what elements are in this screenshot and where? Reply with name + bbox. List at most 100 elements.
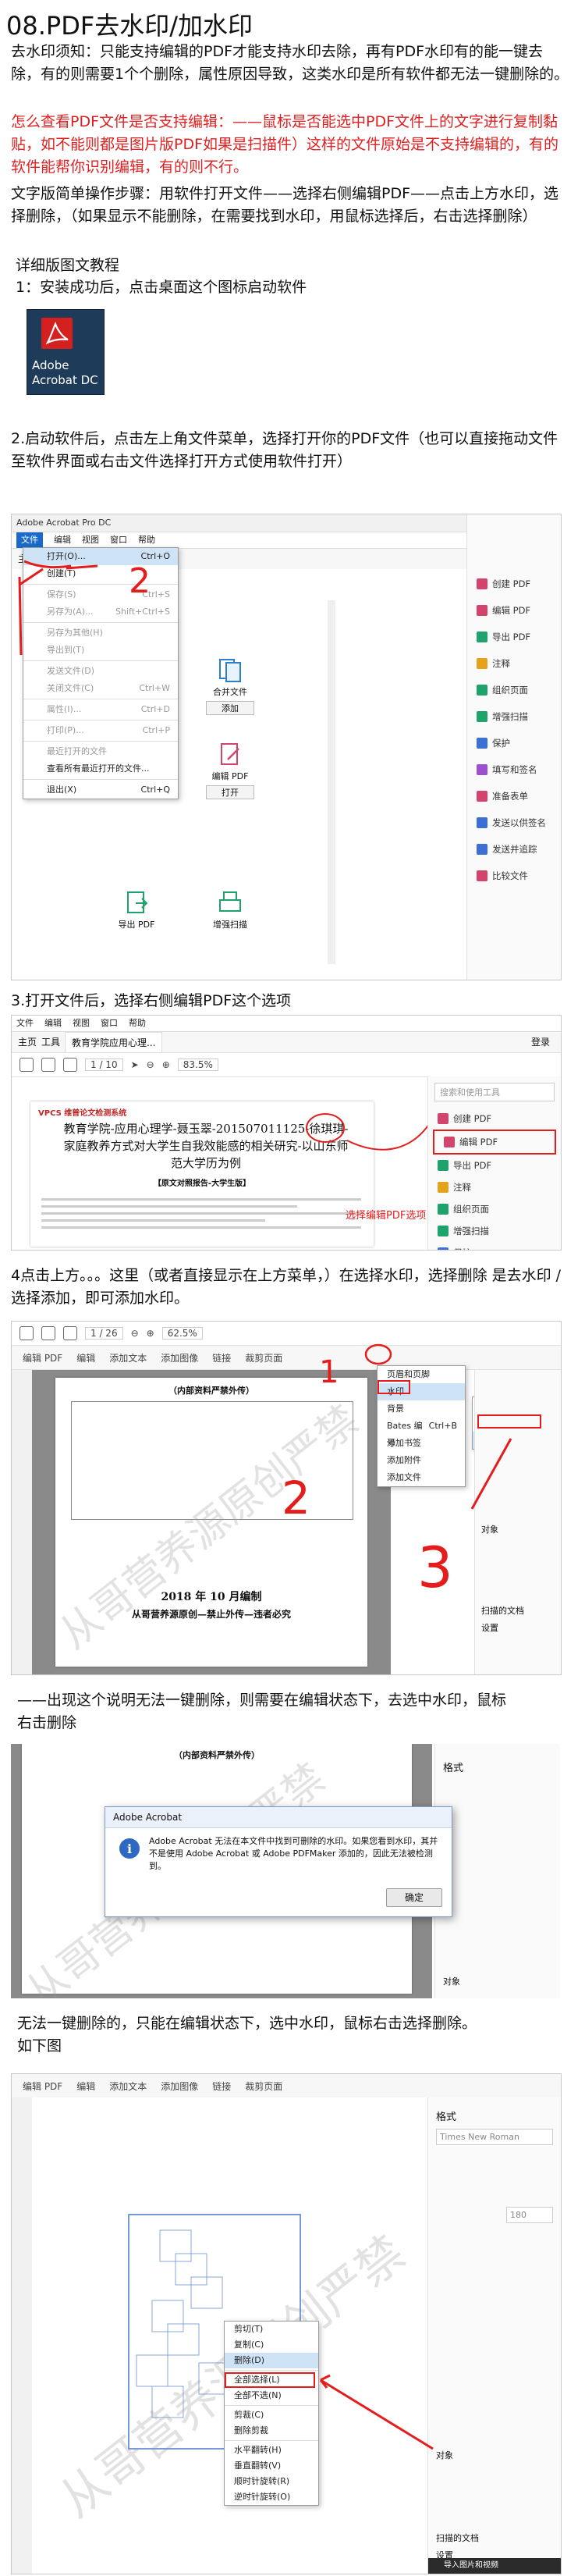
right-tool-item[interactable]: 比较文件: [467, 863, 561, 889]
edit-tool[interactable]: 添加图像: [158, 1351, 201, 1364]
page-indicator[interactable]: 1 / 26: [85, 1327, 123, 1340]
file-menu-item[interactable]: 最近打开的文件: [23, 743, 178, 760]
menu-view[interactable]: 视图: [73, 1016, 90, 1031]
zoom-in-icon[interactable]: ⊕: [147, 1328, 154, 1339]
context-menu-item[interactable]: 全部选择(L): [225, 2372, 318, 2388]
file-menu-item[interactable]: 打开(O)... Ctrl+O: [23, 548, 178, 565]
edit-tool[interactable]: 编辑 PDF: [20, 1351, 66, 1364]
right-tool-item[interactable]: 导出 PDF: [428, 1155, 561, 1176]
pointer-icon[interactable]: ➤: [131, 1059, 139, 1070]
mail-icon[interactable]: [63, 1326, 77, 1340]
edit-tool[interactable]: 链接: [209, 1351, 234, 1364]
ok-button[interactable]: 确定: [386, 1888, 442, 1907]
tab-home[interactable]: 主页: [18, 1032, 37, 1052]
tab-document[interactable]: 教育学院应用心理...: [65, 1032, 163, 1052]
right-tool-item[interactable]: 注释: [467, 650, 561, 677]
right-tool-item[interactable]: 增强扫描: [428, 1220, 561, 1242]
login-link[interactable]: 登录: [531, 1032, 550, 1052]
save-icon[interactable]: [20, 1058, 34, 1072]
more-menu-item[interactable]: Bates 编号 Ctrl+B: [378, 1418, 465, 1448]
edit-tool[interactable]: 编辑: [73, 2080, 98, 2093]
zoom-in-icon[interactable]: ⊕: [162, 1059, 170, 1070]
scrollbar[interactable]: [328, 600, 335, 964]
context-menu-item[interactable]: 顺时针旋转(R): [225, 2474, 318, 2489]
context-menu-item[interactable]: 删除(D): [225, 2353, 318, 2368]
tool-combine-button[interactable]: 添加: [206, 701, 254, 715]
right-tool-item[interactable]: 发送并追踪: [467, 836, 561, 863]
more-menu-item[interactable]: 添加附件: [378, 1452, 465, 1469]
zoom-out-icon[interactable]: ⊖: [147, 1059, 154, 1070]
file-menu-item[interactable]: 另存为(A)... Shift+Ctrl+S: [23, 603, 178, 621]
edit-tool[interactable]: 裁剪页面: [242, 2080, 285, 2093]
menu-file[interactable]: 文件: [16, 532, 43, 548]
right-tool-item[interactable]: 增强扫描: [467, 703, 561, 730]
context-menu-item[interactable]: 剪裁(C): [225, 2407, 318, 2423]
more-menu-item[interactable]: 添加文件: [378, 1469, 465, 1486]
print-icon[interactable]: [41, 1058, 55, 1072]
context-menu-item[interactable]: 垂直翻转(V): [225, 2458, 318, 2474]
menu-help[interactable]: 帮助: [138, 532, 155, 548]
menu-view[interactable]: 视图: [82, 532, 99, 548]
file-menu-item[interactable]: 打印(P)... Ctrl+P: [23, 722, 178, 739]
right-tool-item[interactable]: 创建 PDF: [467, 571, 561, 597]
acrobat-desktop-icon[interactable]: Adobe Acrobat DC: [27, 309, 105, 395]
edit-tool[interactable]: 裁剪页面: [242, 1351, 285, 1364]
file-menu-item[interactable]: 保存(S) Ctrl+S: [23, 586, 178, 603]
more-menu-item[interactable]: 背景: [378, 1400, 465, 1418]
tab-tools[interactable]: 工具: [41, 1032, 60, 1052]
right-tool-item[interactable]: 发送以供签名: [467, 809, 561, 836]
right-tool-item[interactable]: 保护: [467, 730, 561, 756]
edit-tool[interactable]: 编辑 PDF: [20, 2080, 66, 2093]
context-menu-item[interactable]: 删除剪裁: [225, 2423, 318, 2439]
edit-tool[interactable]: 添加文本: [106, 2080, 150, 2093]
tool-open-button[interactable]: 打开: [206, 785, 254, 799]
context-menu-item[interactable]: 逆时针旋转(O): [225, 2489, 318, 2505]
font-size-select[interactable]: 180: [506, 2207, 553, 2223]
context-menu-item[interactable]: 全部不选(N): [225, 2388, 318, 2403]
more-menu-item[interactable]: 水印: [378, 1383, 465, 1400]
zoom-out-icon[interactable]: ⊖: [131, 1328, 139, 1339]
mail-icon[interactable]: [63, 1058, 77, 1072]
right-tool-item[interactable]: 保护: [428, 1242, 561, 1250]
file-menu-item[interactable]: 另存为其他(H): [23, 624, 178, 642]
file-menu-item[interactable]: 查看所有最近打开的文件...: [23, 760, 178, 777]
right-tool-item[interactable]: 组织页面: [467, 677, 561, 703]
context-menu-item[interactable]: 剪切(T): [225, 2322, 318, 2337]
font-select[interactable]: Times New Roman: [436, 2129, 553, 2145]
save-icon[interactable]: [20, 1326, 34, 1340]
right-tool-item[interactable]: 编辑 PDF: [467, 597, 561, 624]
file-menu-item[interactable]: 创建(T): [23, 565, 178, 582]
zoom-level[interactable]: 83.5%: [177, 1059, 218, 1071]
menu-window[interactable]: 窗口: [101, 1016, 118, 1031]
right-tool-item[interactable]: 填写和签名: [467, 756, 561, 783]
print-icon[interactable]: [41, 1326, 55, 1340]
right-tool-item[interactable]: 导出 PDF: [467, 624, 561, 650]
right-tool-item[interactable]: 注释: [428, 1176, 561, 1198]
tool-edit[interactable]: 编辑 PDF 打开: [191, 741, 269, 802]
menu-help[interactable]: 帮助: [129, 1016, 146, 1031]
file-menu-item[interactable]: 关闭文件(C) Ctrl+W: [23, 680, 178, 697]
edit-tool[interactable]: 编辑: [73, 1351, 98, 1364]
more-menu-item[interactable]: 页眉和页脚: [378, 1366, 465, 1383]
tool-export[interactable]: 导出 PDF: [98, 889, 176, 930]
menu-edit[interactable]: 编辑: [44, 1016, 62, 1031]
context-menu-item[interactable]: 水平翻转(H): [225, 2443, 318, 2458]
right-tool-item[interactable]: 准备表单: [467, 783, 561, 809]
context-menu-item[interactable]: 复制(C): [225, 2337, 318, 2353]
more-menu-item[interactable]: 添加书签: [378, 1435, 465, 1452]
menu-file[interactable]: 文件: [16, 1016, 34, 1031]
page-indicator[interactable]: 1 / 10: [85, 1059, 123, 1071]
menu-window[interactable]: 窗口: [110, 532, 127, 548]
file-menu-item[interactable]: 属性(I)... Ctrl+D: [23, 701, 178, 718]
file-menu-item[interactable]: 退出(X) Ctrl+Q: [23, 781, 178, 799]
right-tool-item[interactable]: 编辑 PDF: [433, 1130, 556, 1155]
tool-combine[interactable]: 合并文件 添加: [191, 656, 269, 718]
menu-edit[interactable]: 编辑: [54, 532, 71, 548]
tools-search[interactable]: 搜索和使用工具: [434, 1083, 555, 1101]
right-tool-item[interactable]: 组织页面: [428, 1198, 561, 1220]
tool-scan[interactable]: 增强扫描: [191, 889, 269, 930]
file-menu-item[interactable]: 导出到(T): [23, 642, 178, 659]
edit-tool[interactable]: 链接: [209, 2080, 234, 2093]
file-menu-item[interactable]: 发送文件(D): [23, 663, 178, 680]
edit-tool[interactable]: 添加文本: [106, 1351, 150, 1364]
